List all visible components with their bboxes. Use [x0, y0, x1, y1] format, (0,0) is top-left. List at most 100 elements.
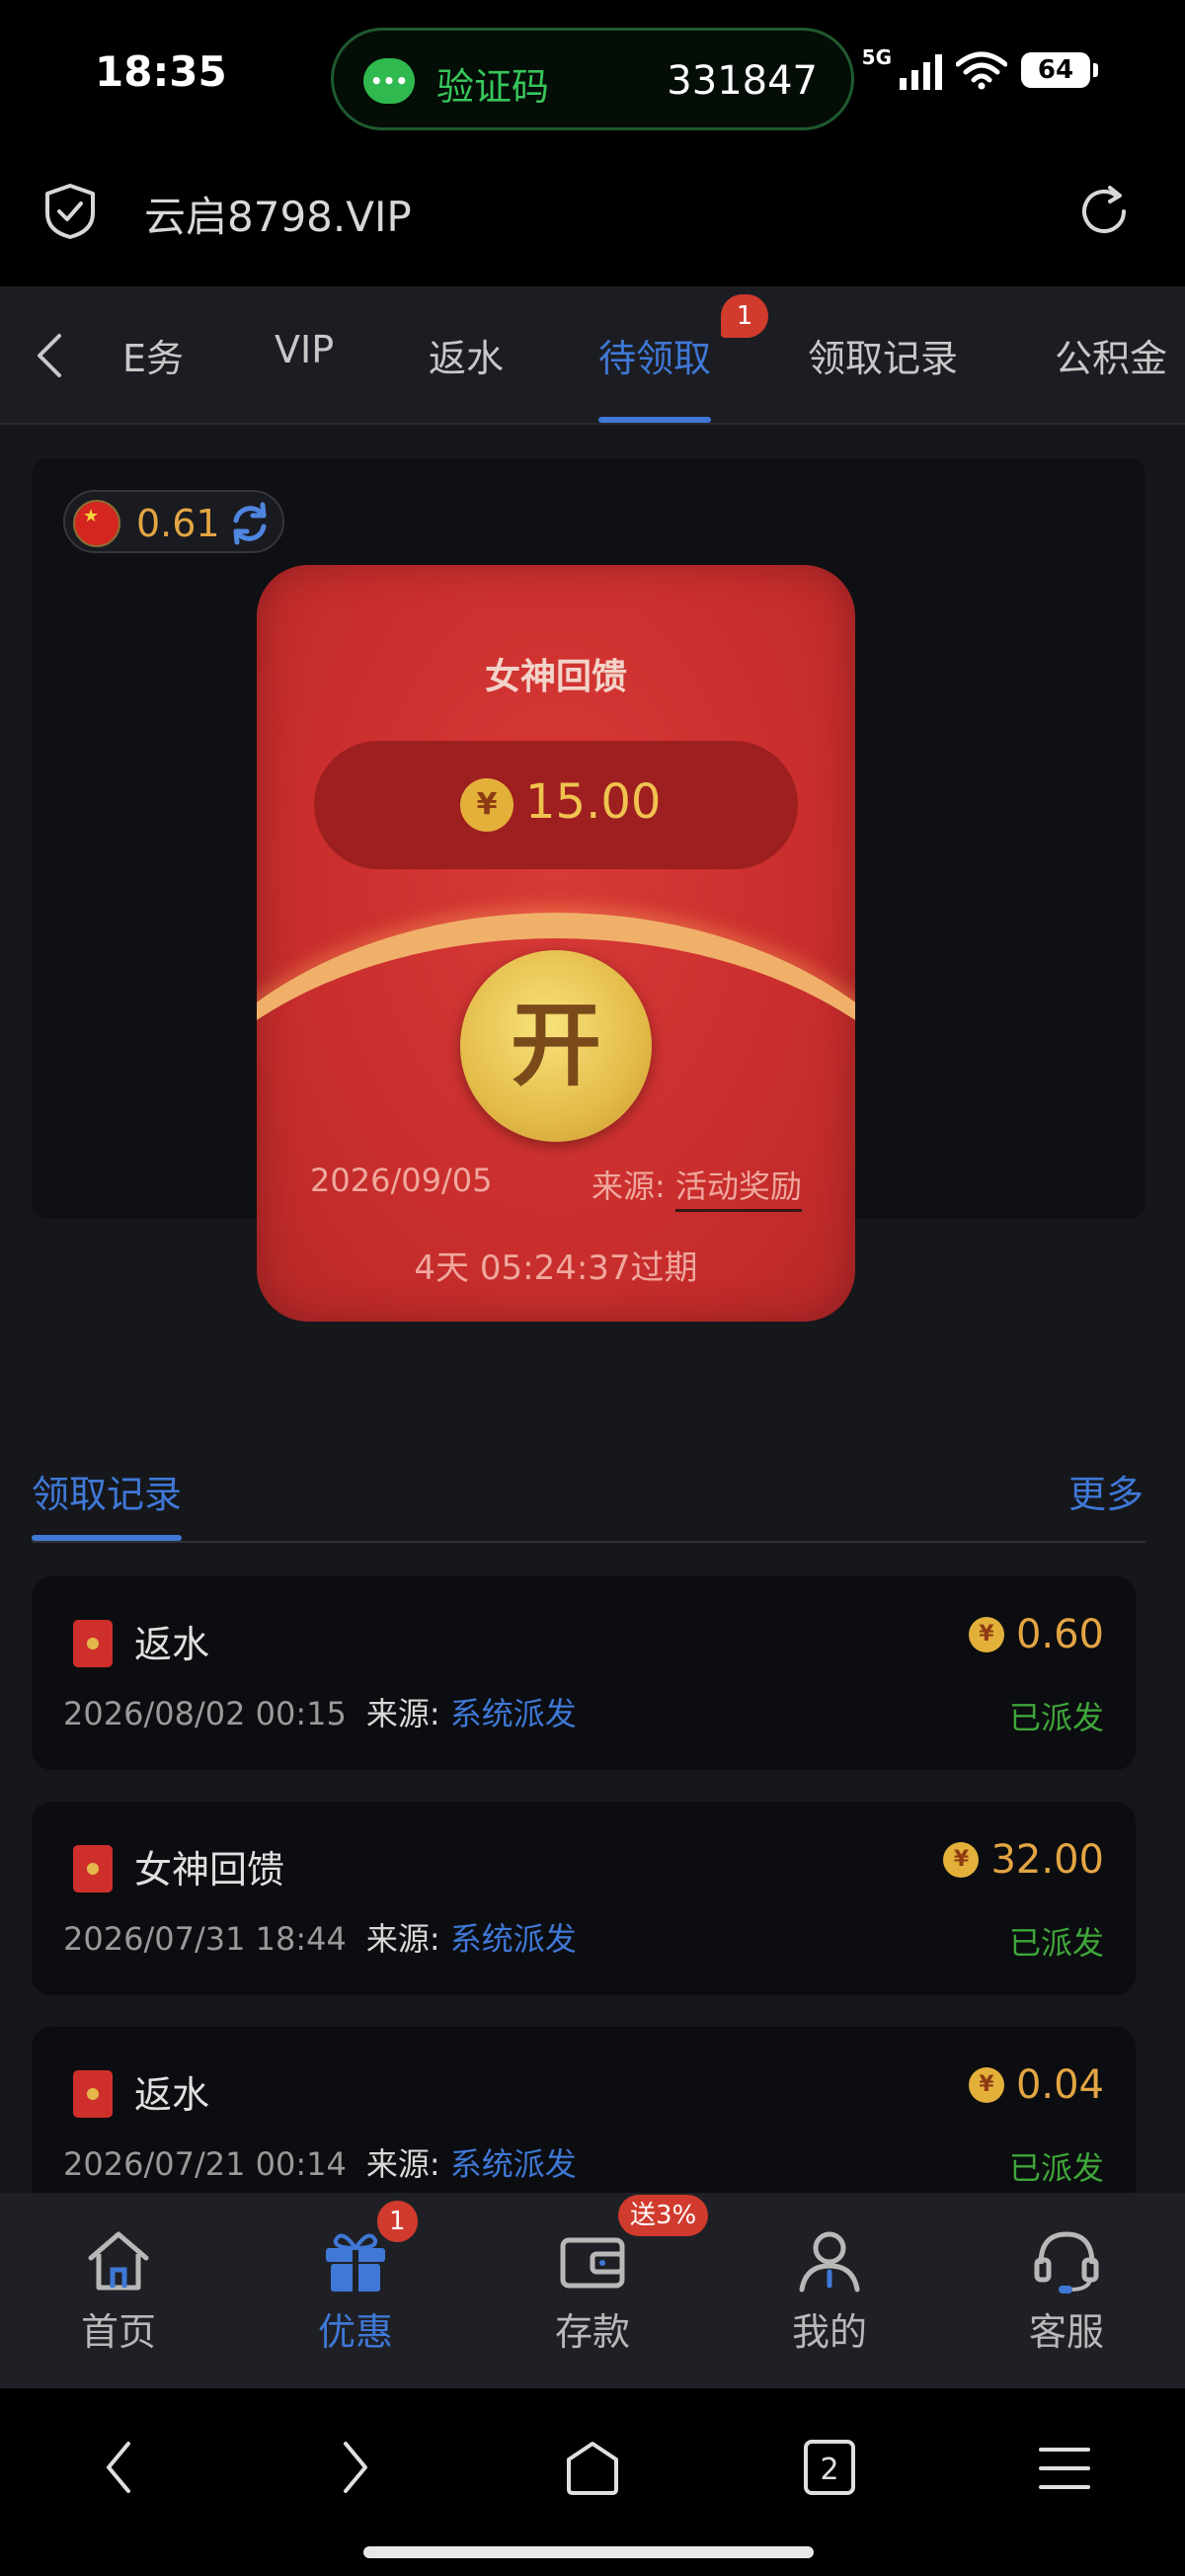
red-envelope-icon — [73, 2070, 113, 2118]
records-header: 领取记录 更多 — [0, 1442, 1185, 1541]
reload-icon[interactable] — [1076, 182, 1136, 241]
source-label: 来源: — [592, 1167, 666, 1205]
more-link[interactable]: 更多 — [1068, 1464, 1144, 1518]
record-amount-value: 0.60 — [1015, 1612, 1104, 1657]
forward-icon[interactable] — [336, 2438, 375, 2497]
red-envelope-icon — [73, 1845, 113, 1892]
battery-icon: 64 — [1021, 52, 1098, 88]
red-packet-title: 女神回馈 — [484, 657, 627, 697]
nav-promotions-label: 优惠 — [317, 2310, 393, 2354]
record-source-label: 来源: — [365, 1920, 440, 1958]
sms-label: 验证码 — [436, 65, 550, 109]
bottom-nav: 首页 1 优惠 送3% 存款 我的 客服 — [0, 2193, 1185, 2388]
message-icon: ••• — [363, 58, 415, 104]
record-status: 已派发 — [1008, 2149, 1104, 2187]
nav-deposit[interactable]: 送3% 存款 — [474, 2193, 711, 2388]
nav-support-label: 客服 — [1028, 2310, 1104, 2354]
yen-coin-icon: ¥ — [968, 1617, 1004, 1652]
record-meta: 2026/07/31 18:44 来源: 系统派发 — [63, 1914, 577, 1960]
nav-profile-label: 我的 — [791, 2310, 867, 2354]
home-icon — [88, 2231, 149, 2291]
china-flag-icon — [73, 500, 120, 547]
red-packet-date: 2026/09/05 — [310, 1162, 493, 1199]
gift-icon — [326, 2233, 385, 2292]
nav-profile[interactable]: 我的 — [711, 2193, 948, 2388]
record-item[interactable]: 返水 2026/07/21 00:14 来源: 系统派发 ¥ 0.04 已派发 — [32, 2027, 1136, 2220]
wifi-icon — [956, 51, 1007, 90]
record-source: 系统派发 — [449, 1920, 577, 1958]
divider — [32, 1541, 1146, 1543]
records-tab[interactable]: 领取记录 — [32, 1464, 182, 1518]
system-nav-bar: 2 — [0, 2388, 1185, 2576]
back-icon[interactable] — [99, 2438, 138, 2497]
record-amount: ¥ 0.04 — [968, 2062, 1104, 2108]
menu-icon[interactable] — [1037, 2444, 1092, 2493]
yen-coin-icon: ¥ — [968, 2067, 1004, 2103]
record-source: 系统派发 — [449, 1695, 577, 1732]
network-type: 5G — [861, 45, 892, 69]
active-tab-indicator — [598, 417, 711, 423]
sms-code-notification[interactable]: ••• 验证码 331847 — [331, 28, 854, 130]
main-content: 0.61 女神回馈 ¥ 15.00 开 2026/09/05 来源: 活动奖励 … — [0, 425, 1185, 2220]
user-icon — [799, 2231, 860, 2293]
system-icons: 5G 64 — [861, 45, 1098, 95]
record-title: 返水 — [134, 2073, 210, 2117]
tabs-count: 2 — [820, 2453, 838, 2487]
nav-promotions[interactable]: 1 优惠 — [237, 2193, 474, 2388]
open-red-packet-button[interactable]: 开 — [460, 950, 652, 1142]
red-packet-amount-value: 15.00 — [525, 774, 662, 830]
home-button-icon[interactable] — [563, 2438, 622, 2497]
tab-tasks[interactable]: E务 — [122, 328, 184, 382]
url-text[interactable]: 云启8798.VIP — [144, 184, 412, 244]
record-item[interactable]: 返水 2026/08/02 00:15 来源: 系统派发 ¥ 0.60 已派发 — [32, 1576, 1136, 1770]
record-amount-value: 0.04 — [1015, 2062, 1104, 2108]
tab-pending[interactable]: 待领取 — [598, 328, 711, 382]
status-bar: 18:35 ••• 验证码 331847 5G 64 — [0, 0, 1185, 158]
tab-vip[interactable]: VIP — [275, 328, 334, 371]
nav-home[interactable]: 首页 — [0, 2193, 237, 2388]
record-datetime: 2026/08/02 00:15 — [63, 1695, 347, 1732]
balance-value: 0.61 — [136, 502, 220, 545]
record-source-label: 来源: — [365, 1695, 440, 1732]
nav-promotions-badge: 1 — [377, 2201, 418, 2242]
record-item[interactable]: 女神回馈 2026/07/31 18:44 来源: 系统派发 ¥ 32.00 已派… — [32, 1802, 1136, 1995]
refresh-icon[interactable] — [227, 501, 273, 546]
home-indicator[interactable] — [363, 2546, 814, 2558]
yen-coin-icon: ¥ — [460, 778, 514, 832]
record-amount: ¥ 32.00 — [943, 1837, 1104, 1883]
tab-rebate[interactable]: 返水 — [429, 328, 504, 382]
tabs-count-icon[interactable]: 2 — [800, 2438, 859, 2497]
headset-icon — [1034, 2231, 1099, 2294]
nav-home-label: 首页 — [80, 2310, 156, 2354]
nav-deposit-badge: 送3% — [618, 2195, 709, 2236]
nav-deposit-label: 存款 — [554, 2310, 630, 2354]
red-envelope-icon — [73, 1620, 113, 1667]
record-source: 系统派发 — [449, 2145, 577, 2183]
expire-countdown: 4天 05:24:37过期 — [414, 1248, 698, 1288]
red-packet-amount: ¥ 15.00 — [314, 741, 798, 869]
yen-coin-icon: ¥ — [943, 1842, 980, 1878]
wallet-icon — [560, 2237, 625, 2289]
nav-support[interactable]: 客服 — [948, 2193, 1185, 2388]
record-status: 已派发 — [1008, 1699, 1104, 1736]
record-meta: 2026/07/21 00:14 来源: 系统派发 — [63, 2139, 577, 2185]
shield-check-icon[interactable] — [43, 182, 97, 241]
record-title: 女神回馈 — [134, 1848, 285, 1892]
record-amount-value: 32.00 — [990, 1837, 1104, 1883]
record-datetime: 2026/07/31 18:44 — [63, 1920, 347, 1958]
record-title: 返水 — [134, 1623, 210, 1666]
chevron-left-icon[interactable] — [30, 328, 69, 383]
balance-display: 0.61 — [63, 490, 284, 553]
tab-pending-badge: 1 — [721, 294, 768, 338]
sms-code: 331847 — [667, 58, 818, 104]
red-packet-card[interactable]: 女神回馈 ¥ 15.00 开 2026/09/05 来源: 活动奖励 4天 05… — [257, 565, 855, 1322]
source-value: 活动奖励 — [674, 1167, 802, 1212]
clock: 18:35 — [95, 47, 227, 96]
signal-icon — [900, 50, 942, 90]
record-amount: ¥ 0.60 — [968, 1612, 1104, 1657]
tab-provident-fund[interactable]: 公积金 — [1055, 328, 1167, 382]
record-datetime: 2026/07/21 00:14 — [63, 2145, 347, 2183]
record-source-label: 来源: — [365, 2145, 440, 2183]
tab-records[interactable]: 领取记录 — [808, 328, 958, 382]
url-bar: 云启8798.VIP — [0, 158, 1185, 286]
